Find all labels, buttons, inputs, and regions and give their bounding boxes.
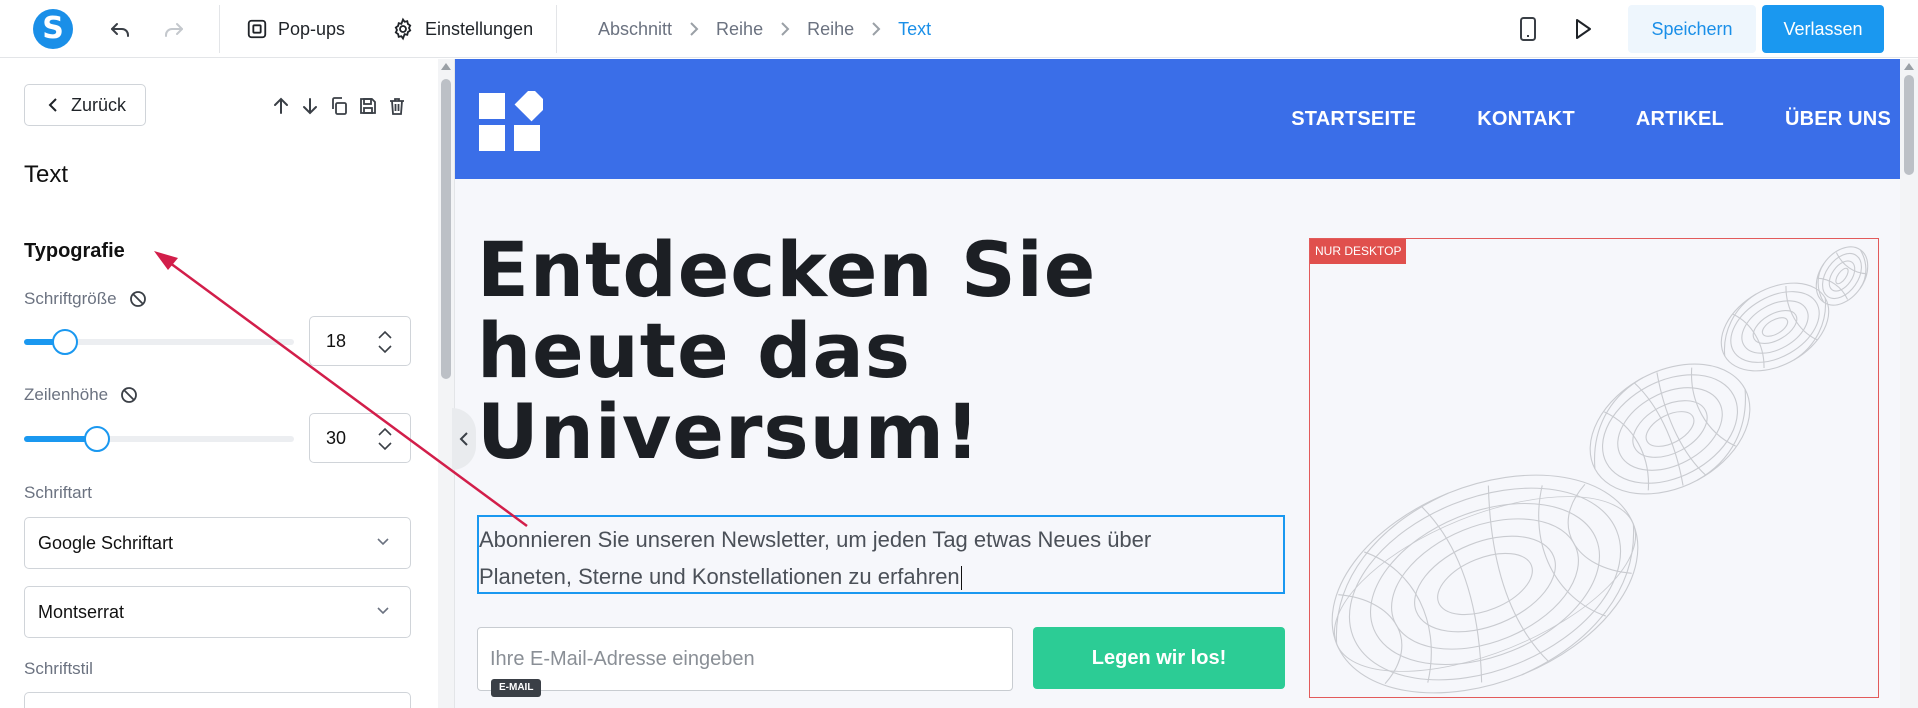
gear-icon — [394, 17, 412, 41]
nav-item-home[interactable]: STARTSEITE — [1291, 108, 1416, 131]
font-size-input[interactable]: 18 — [309, 316, 411, 366]
arrow-up-icon[interactable] — [268, 93, 293, 118]
slider-handle[interactable] — [51, 329, 78, 355]
slider-handle[interactable] — [83, 426, 110, 452]
app-logo[interactable]: S — [33, 9, 73, 49]
line-height-input[interactable]: 30 — [309, 413, 411, 463]
hero-illustration[interactable]: NUR DESKTOP — [1309, 238, 1879, 698]
popups-button[interactable]: Pop-ups — [246, 12, 345, 46]
line-height-label-text: Zeilenhöhe — [24, 385, 109, 404]
font-size-label: Schriftgröße — [24, 289, 147, 309]
popups-label: Pop-ups — [278, 18, 346, 39]
reset-icon[interactable] — [129, 290, 147, 308]
email-input[interactable]: Ihre E-Mail-Adresse eingeben — [477, 627, 1013, 691]
stepper-icon[interactable] — [376, 327, 394, 357]
toolbar-divider — [219, 5, 220, 53]
scrollbar-thumb[interactable] — [441, 79, 451, 379]
element-toolbar — [268, 93, 409, 118]
font-size-label-text: Schriftgröße — [24, 289, 117, 308]
breadcrumb-current[interactable]: Text — [898, 19, 931, 40]
site-logo-icon[interactable] — [479, 91, 543, 151]
play-icon[interactable] — [1568, 14, 1598, 44]
breadcrumb-item[interactable]: Reihe — [807, 19, 854, 40]
scrollbar-thumb[interactable] — [1904, 75, 1914, 175]
line-height-label: Zeilenhöhe — [24, 385, 138, 405]
exit-button[interactable]: Verlassen — [1762, 5, 1884, 53]
font-source-value: Google Schriftart — [38, 532, 174, 553]
email-placeholder: Ihre E-Mail-Adresse eingeben — [490, 647, 755, 670]
hero-heading-line: Universum! — [477, 387, 981, 476]
trash-icon[interactable] — [384, 93, 409, 118]
cta-button[interactable]: Legen wir los! — [1033, 627, 1285, 689]
editor-canvas: STARTSEITE KONTAKT ARTIKEL ÜBER UNS Entd… — [454, 59, 1900, 708]
font-size-value: 18 — [326, 330, 347, 351]
element-type-badge: E-MAIL — [491, 679, 542, 697]
site-header[interactable]: STARTSEITE KONTAKT ARTIKEL ÜBER UNS — [455, 59, 1900, 179]
torus-illustration — [1331, 246, 1869, 694]
save-icon[interactable] — [355, 93, 380, 118]
line-height-slider[interactable] — [24, 426, 294, 452]
chevron-down-icon — [377, 607, 389, 615]
nav-item-about[interactable]: ÜBER UNS — [1785, 108, 1891, 131]
scroll-up-icon[interactable] — [441, 63, 451, 70]
selected-text-element[interactable]: Abonnieren Sie unseren Newsletter, um je… — [477, 515, 1285, 594]
settings-label: Einstellungen — [425, 18, 534, 39]
top-bar: S Pop-ups Einstellungen Abschnitt Reihe … — [0, 0, 1918, 58]
font-family-select[interactable]: Montserrat — [24, 586, 411, 638]
toolbar-divider — [556, 5, 557, 53]
nav-item-contact[interactable]: KONTAKT — [1477, 108, 1575, 131]
font-style-label: Schriftstil — [24, 659, 93, 678]
back-label: Zurück — [71, 94, 127, 115]
popups-icon — [247, 19, 267, 39]
mobile-icon[interactable] — [1513, 14, 1543, 44]
text-caret — [960, 566, 962, 591]
chevron-right-icon — [672, 21, 716, 37]
font-family-value: Montserrat — [38, 601, 125, 622]
copy-icon[interactable] — [326, 93, 351, 118]
hero-heading-line: Entdecken Sie — [477, 225, 1097, 314]
canvas-scrollbar[interactable] — [1900, 59, 1918, 708]
chevron-right-icon — [763, 21, 807, 37]
desktop-only-badge: NUR DESKTOP — [1310, 239, 1407, 264]
breadcrumb-item[interactable]: Reihe — [716, 19, 763, 40]
panel-title: Text — [24, 161, 69, 188]
chevron-right-icon — [854, 21, 898, 37]
nav-item-articles[interactable]: ARTIKEL — [1636, 108, 1724, 131]
site-nav: STARTSEITE KONTAKT ARTIKEL ÜBER UNS — [1291, 59, 1891, 179]
stepper-icon[interactable] — [376, 424, 394, 454]
reset-icon[interactable] — [120, 386, 138, 404]
undo-icon[interactable] — [105, 14, 135, 44]
font-source-select[interactable]: Google Schriftart — [24, 517, 411, 569]
scroll-up-icon[interactable] — [1904, 63, 1914, 70]
chevron-left-icon — [48, 98, 57, 112]
line-height-value: 30 — [326, 427, 347, 448]
breadcrumb: Abschnitt Reihe Reihe Text — [598, 0, 931, 58]
chevron-down-icon — [377, 538, 389, 546]
font-type-label: Schriftart — [24, 483, 93, 502]
hero-heading-line: heute das — [477, 306, 912, 395]
arrow-down-icon[interactable] — [297, 93, 322, 118]
settings-button[interactable]: Einstellungen — [391, 12, 533, 46]
hero-text[interactable]: Abonnieren Sie unseren Newsletter, um je… — [479, 527, 1151, 589]
hero-heading[interactable]: Entdecken Sie heute das Universum! — [477, 229, 1157, 472]
font-size-slider[interactable] — [24, 329, 294, 355]
settings-panel: Zurück Text Typografie Schriftgröße 18 Z… — [0, 59, 440, 708]
chevron-left-icon — [459, 432, 468, 446]
breadcrumb-item[interactable]: Abschnitt — [598, 19, 672, 40]
redo-icon[interactable] — [159, 14, 189, 44]
save-button[interactable]: Speichern — [1628, 5, 1756, 53]
font-style-select[interactable] — [24, 692, 411, 708]
back-button[interactable]: Zurück — [24, 84, 146, 126]
panel-scrollbar[interactable] — [438, 59, 454, 708]
section-title: Typografie — [24, 240, 125, 262]
